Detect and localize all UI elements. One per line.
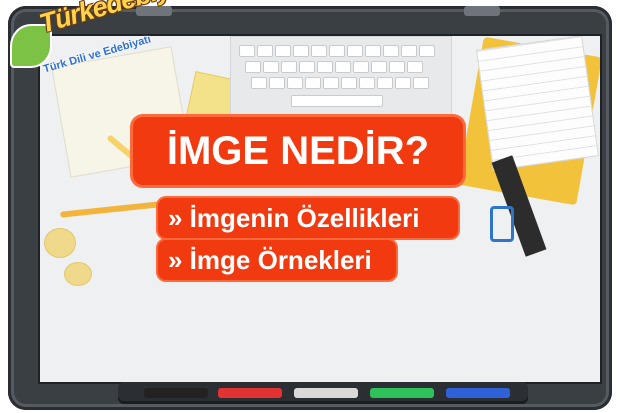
logo-tagline: Türk Dili ve Edebiyatı — [42, 33, 153, 76]
marker-tray — [118, 382, 528, 404]
notebook-page — [476, 36, 599, 171]
hanging-hook — [464, 6, 500, 16]
black-marker — [144, 388, 208, 398]
binder-clip — [490, 206, 514, 242]
page-title: İMGE NEDİR? — [133, 117, 463, 185]
blue-marker — [446, 388, 510, 398]
keyboard-image — [230, 36, 452, 128]
red-marker — [218, 388, 282, 398]
link-imge-ornekleri[interactable]: » İmge Örnekleri — [158, 240, 396, 280]
crumpled-paper — [64, 262, 92, 286]
link-imgenin-ozellikleri[interactable]: » İmgenin Özellikleri — [158, 198, 458, 238]
logo-wordmark: Türkedebiyatı.org — [36, 0, 246, 40]
site-logo[interactable]: Türkedebiyatı.org Türk Dili ve Edebiyatı — [6, 0, 246, 104]
white-marker — [294, 388, 358, 398]
crumpled-paper — [44, 228, 76, 258]
green-marker — [370, 388, 434, 398]
pencil — [59, 200, 171, 218]
